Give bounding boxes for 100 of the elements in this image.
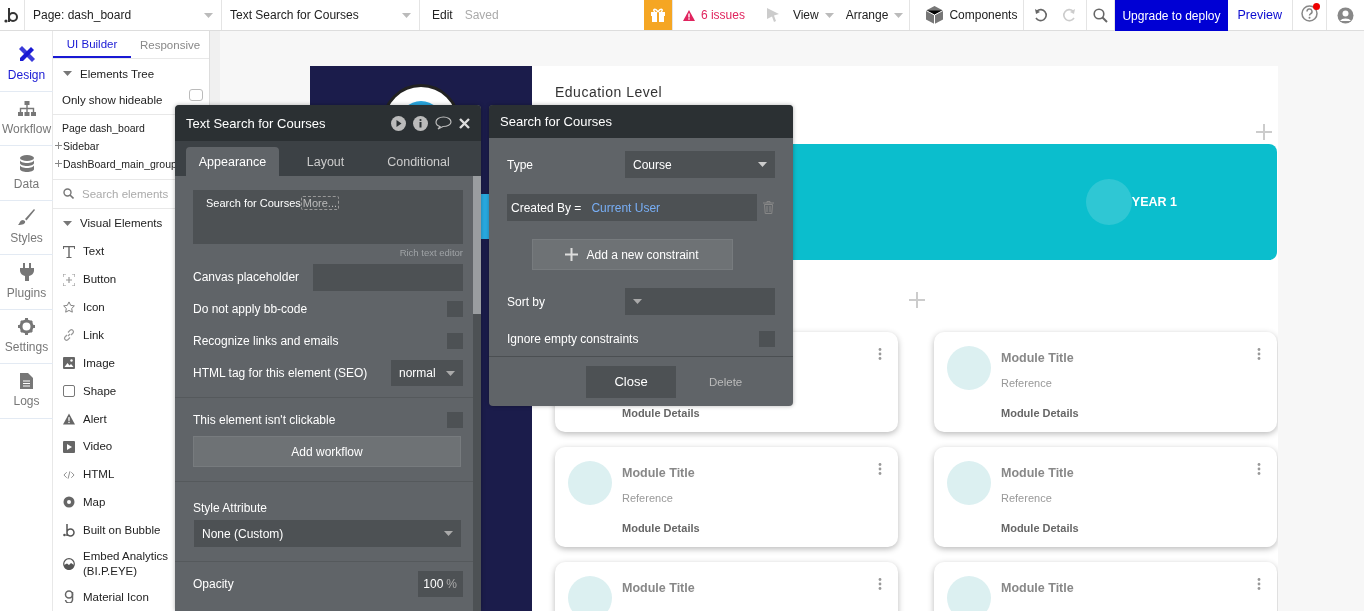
opacity-field[interactable]: 100 % — [418, 571, 463, 597]
element-list-item[interactable]: Built on Bubble — [53, 516, 171, 545]
document-icon — [20, 373, 33, 390]
plus-icon[interactable] — [1256, 124, 1272, 140]
page-dropdown[interactable]: Page: dash_board — [25, 0, 222, 30]
link-icon — [63, 329, 75, 342]
panel-tab[interactable]: Conditional — [372, 147, 465, 176]
tree-item[interactable]: Page dash_board — [53, 118, 145, 137]
panel-tab[interactable]: UI Builder — [53, 31, 132, 59]
panel-tab[interactable]: Appearance — [186, 147, 279, 176]
chart-icon — [63, 557, 75, 570]
element-list-item[interactable]: Button — [53, 265, 127, 294]
element-list-item[interactable]: Link — [53, 321, 115, 350]
add-workflow-button[interactable]: Add workflow — [193, 436, 461, 467]
plug-icon — [19, 263, 34, 282]
square-icon — [63, 384, 75, 397]
redo-icon[interactable] — [1062, 8, 1077, 22]
trash-icon[interactable] — [763, 201, 774, 214]
kebab-menu-icon[interactable] — [878, 578, 882, 590]
card-title: Module Title — [622, 580, 696, 595]
preview-link[interactable]: Preview — [1237, 8, 1282, 22]
issues-link[interactable]: 6 issues — [700, 8, 745, 22]
more-tag[interactable]: More... — [300, 196, 339, 210]
text-icon — [63, 245, 75, 258]
caret-icon[interactable] — [63, 220, 72, 226]
section-heading: Education Level — [555, 83, 664, 101]
card-title: Module Title — [622, 465, 696, 480]
tag-dropdown[interactable]: normal — [391, 360, 463, 386]
card-reference: Reference — [1001, 491, 1053, 504]
checkbox[interactable] — [189, 89, 204, 102]
checkbox-label: Do not apply bb-code — [193, 302, 308, 316]
video-icon — [63, 440, 75, 453]
close-button[interactable]: Close — [586, 365, 676, 398]
logo-icon[interactable] — [4, 6, 19, 24]
cube-icon — [926, 6, 944, 24]
play-icon[interactable] — [391, 115, 406, 131]
search-icon[interactable] — [1093, 7, 1109, 23]
kebab-menu-icon[interactable] — [1257, 578, 1261, 590]
kebab-menu-icon[interactable] — [878, 463, 882, 475]
avatar-placeholder — [947, 346, 991, 390]
edit-link[interactable]: Edit — [432, 8, 453, 22]
logo-icon — [63, 523, 75, 537]
plus-icon — [565, 248, 579, 261]
design-icon — [17, 45, 36, 64]
caret-icon — [894, 12, 904, 18]
expand-icon[interactable] — [55, 160, 62, 168]
constraint-field: Created By = — [511, 200, 582, 215]
expand-icon[interactable] — [55, 142, 62, 150]
menu-dropdown[interactable]: Arrange — [839, 0, 910, 30]
caret-icon — [633, 299, 642, 304]
element-list-item[interactable]: Shape — [53, 377, 127, 405]
close-icon[interactable] — [459, 117, 470, 129]
scrollbar[interactable] — [473, 176, 481, 611]
gift-icon — [649, 7, 666, 23]
checkbox-label: Ignore empty constraints — [507, 331, 639, 346]
field-label: Canvas placeholder — [193, 270, 300, 284]
element-list-item[interactable]: Video — [53, 432, 123, 461]
panel-tab[interactable]: Responsive — [131, 31, 210, 59]
type-dropdown[interactable]: Course — [625, 151, 775, 178]
panel-tab[interactable]: Layout — [279, 147, 372, 176]
card-details: Module Details — [622, 406, 701, 419]
user-avatar-icon[interactable] — [1337, 6, 1354, 24]
components-button[interactable]: Components — [909, 0, 1025, 30]
constraint-value[interactable]: Current User — [591, 200, 661, 215]
element-list-item[interactable]: Material Icon — [53, 583, 159, 611]
text-editor-field[interactable]: Search for Courses More... — [193, 190, 463, 244]
element-list-item[interactable]: Map — [53, 488, 116, 517]
comment-icon[interactable] — [435, 116, 452, 130]
warning-icon — [682, 9, 695, 21]
element-list-item[interactable]: HTML — [53, 460, 125, 489]
element-list-item[interactable]: Icon — [53, 293, 115, 322]
info-icon[interactable] — [413, 115, 428, 131]
kebab-menu-icon[interactable] — [1257, 463, 1261, 475]
image-icon — [63, 357, 75, 370]
cursor-icon[interactable] — [766, 8, 779, 22]
card-details: Module Details — [622, 521, 701, 534]
checkbox-label: This element isn't clickable — [193, 413, 336, 427]
save-status: Saved — [464, 8, 499, 22]
help-button[interactable] — [1301, 5, 1318, 25]
element-list-item[interactable]: Image — [53, 349, 125, 378]
caret-icon[interactable] — [63, 71, 72, 77]
tree-item[interactable]: Sidebar — [53, 136, 100, 155]
element-list-item[interactable]: Text — [53, 237, 115, 266]
menu-dropdown[interactable]: View — [786, 0, 840, 30]
upgrade-button[interactable]: Upgrade to deploy — [1115, 0, 1228, 31]
plus-icon[interactable] — [908, 292, 925, 308]
card-details: Module Details — [1001, 521, 1080, 534]
gift-button[interactable] — [643, 0, 673, 30]
avatar-placeholder — [947, 576, 991, 611]
style-dropdown[interactable]: None (Custom) — [194, 520, 461, 547]
card-title: Module Title — [1001, 580, 1075, 595]
add-constraint-button[interactable]: Add a new constraint — [531, 239, 733, 270]
code-icon — [63, 468, 75, 481]
circle-placeholder — [1085, 179, 1132, 225]
element-list-item[interactable]: Alert — [53, 404, 117, 433]
sitemap-icon — [17, 100, 36, 117]
element-dropdown[interactable]: Text Search for Courses — [222, 0, 420, 30]
undo-icon[interactable] — [1034, 8, 1049, 22]
kebab-menu-icon[interactable] — [1257, 348, 1261, 360]
kebab-menu-icon[interactable] — [878, 348, 882, 360]
